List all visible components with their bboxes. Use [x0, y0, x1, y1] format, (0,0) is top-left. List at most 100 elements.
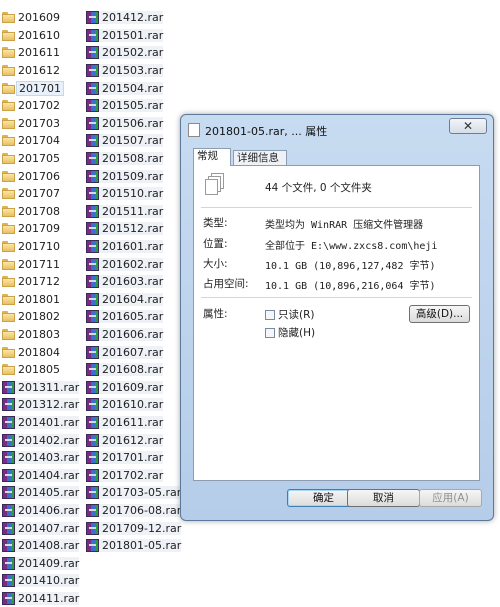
rar-file-item[interactable]: 201610.rar — [86, 396, 164, 414]
rar-file-item[interactable]: 201508.rar — [86, 150, 164, 168]
folder-item[interactable]: 201707 — [2, 185, 74, 203]
rar-file-item[interactable]: 201312.rar — [2, 396, 80, 414]
rar-file-item[interactable]: 201611.rar — [86, 414, 164, 432]
rar-file-item[interactable]: 201409.rar — [2, 554, 80, 572]
rar-file-item[interactable]: 201501.rar — [86, 27, 164, 45]
folder-item[interactable]: 201609 — [2, 9, 74, 27]
item-label: 201612.rar — [99, 433, 164, 447]
folder-item[interactable]: 201712 — [2, 273, 74, 291]
rar-file-item[interactable]: 201609.rar — [86, 378, 164, 396]
rar-archive-icon — [86, 116, 99, 130]
rar-file-item[interactable]: 201408.rar — [2, 537, 80, 555]
item-label: 201712 — [18, 275, 60, 289]
folder-item[interactable]: 201610 — [2, 27, 74, 45]
rar-file-item[interactable]: 201801-05.rar — [86, 537, 182, 555]
cancel-button[interactable]: 取消 — [347, 489, 420, 507]
rar-archive-icon — [86, 363, 99, 377]
item-label: 201601.rar — [99, 240, 164, 254]
rar-archive-icon — [86, 503, 99, 517]
rar-file-item[interactable]: 201608.rar — [86, 361, 164, 379]
folder-item[interactable]: 201802 — [2, 308, 74, 326]
rar-file-item[interactable]: 201404.rar — [2, 466, 80, 484]
rar-file-item[interactable]: 201401.rar — [2, 414, 80, 432]
rar-file-item[interactable]: 201503.rar — [86, 62, 164, 80]
folder-item[interactable]: 201705 — [2, 150, 74, 168]
rar-file-item[interactable]: 201602.rar — [86, 255, 164, 273]
folder-item[interactable]: 201701 — [2, 79, 74, 97]
rar-file-item[interactable]: 201512.rar — [86, 220, 164, 238]
item-label: 201709-12.rar — [99, 521, 182, 535]
hidden-checkbox[interactable]: 隐藏(H) — [265, 325, 315, 340]
rar-archive-icon — [86, 81, 99, 95]
rar-file-item[interactable]: 201703-05.rar — [86, 484, 182, 502]
folder-icon — [2, 65, 15, 77]
readonly-label: 只读(R) — [278, 309, 315, 321]
rar-file-item[interactable]: 201504.rar — [86, 79, 164, 97]
folder-item[interactable]: 201704 — [2, 132, 74, 150]
rar-file-item[interactable]: 201407.rar — [2, 519, 80, 537]
rar-file-item[interactable]: 201606.rar — [86, 326, 164, 344]
rar-file-item[interactable]: 201412.rar — [86, 9, 164, 27]
folder-item[interactable]: 201709 — [2, 220, 74, 238]
item-label: 201703 — [18, 116, 60, 130]
item-label: 201612 — [18, 64, 60, 78]
rar-file-item[interactable]: 201505.rar — [86, 97, 164, 115]
rar-file-item[interactable]: 201605.rar — [86, 308, 164, 326]
folder-item[interactable]: 201710 — [2, 238, 74, 256]
rar-archive-icon — [86, 415, 99, 429]
disk-usage-label: 占用空间: — [203, 278, 249, 290]
item-label: 201510.rar — [99, 187, 164, 201]
rar-file-item[interactable]: 201502.rar — [86, 44, 164, 62]
folder-icon — [2, 241, 15, 253]
properties-dialog: 201801-05.rar, ... 属性 ✕ 常规 详细信息 44 个文件, … — [180, 114, 494, 521]
rar-file-item[interactable]: 201402.rar — [2, 431, 80, 449]
folder-icon — [2, 100, 15, 112]
folder-item[interactable]: 201611 — [2, 44, 74, 62]
rar-file-item[interactable]: 201709-12.rar — [86, 519, 182, 537]
tab-details[interactable]: 详细信息 — [233, 150, 287, 165]
rar-file-item[interactable]: 201406.rar — [2, 502, 80, 520]
apply-button[interactable]: 应用(A) — [419, 489, 482, 507]
rar-file-item[interactable]: 201604.rar — [86, 291, 164, 309]
rar-file-item[interactable]: 201510.rar — [86, 185, 164, 203]
rar-file-item[interactable]: 201411.rar — [2, 590, 80, 607]
rar-file-item[interactable]: 201410.rar — [2, 572, 80, 590]
rar-file-item[interactable]: 201507.rar — [86, 132, 164, 150]
folder-icon — [2, 293, 15, 305]
folder-item[interactable]: 201708 — [2, 203, 74, 221]
dialog-titlebar[interactable]: 201801-05.rar, ... 属性 ✕ — [181, 115, 493, 143]
rar-file-item[interactable]: 201601.rar — [86, 238, 164, 256]
folder-item[interactable]: 201706 — [2, 167, 74, 185]
folder-item[interactable]: 201703 — [2, 115, 74, 133]
checkbox-box[interactable] — [265, 327, 275, 338]
rar-file-item[interactable]: 201702.rar — [86, 466, 164, 484]
folder-icon — [2, 346, 15, 358]
folder-item[interactable]: 201702 — [2, 97, 74, 115]
folder-item[interactable]: 201803 — [2, 326, 74, 344]
item-label: 201403.rar — [15, 451, 80, 465]
folder-icon — [2, 364, 15, 376]
rar-file-item[interactable]: 201701.rar — [86, 449, 164, 467]
rar-file-item[interactable]: 201511.rar — [86, 203, 164, 221]
tab-general[interactable]: 常规 — [193, 148, 231, 166]
advanced-button[interactable]: 高级(D)... — [409, 305, 470, 323]
readonly-checkbox[interactable]: 只读(R) — [265, 307, 315, 322]
close-button[interactable]: ✕ — [449, 118, 487, 134]
rar-file-item[interactable]: 201311.rar — [2, 378, 80, 396]
type-value: 类型均为 WinRAR 压缩文件管理器 — [265, 220, 424, 231]
rar-file-item[interactable]: 201509.rar — [86, 167, 164, 185]
rar-file-item[interactable]: 201403.rar — [2, 449, 80, 467]
folder-item[interactable]: 201805 — [2, 361, 74, 379]
rar-file-item[interactable]: 201506.rar — [86, 115, 164, 133]
rar-file-item[interactable]: 201706-08.rar — [86, 502, 182, 520]
rar-file-item[interactable]: 201405.rar — [2, 484, 80, 502]
folder-item[interactable]: 201711 — [2, 255, 74, 273]
rar-file-item[interactable]: 201612.rar — [86, 431, 164, 449]
folder-item[interactable]: 201612 — [2, 62, 74, 80]
folder-item[interactable]: 201804 — [2, 343, 74, 361]
item-label: 201607.rar — [99, 345, 164, 359]
folder-item[interactable]: 201801 — [2, 291, 74, 309]
rar-file-item[interactable]: 201603.rar — [86, 273, 164, 291]
checkbox-box[interactable] — [265, 309, 275, 320]
rar-file-item[interactable]: 201607.rar — [86, 343, 164, 361]
